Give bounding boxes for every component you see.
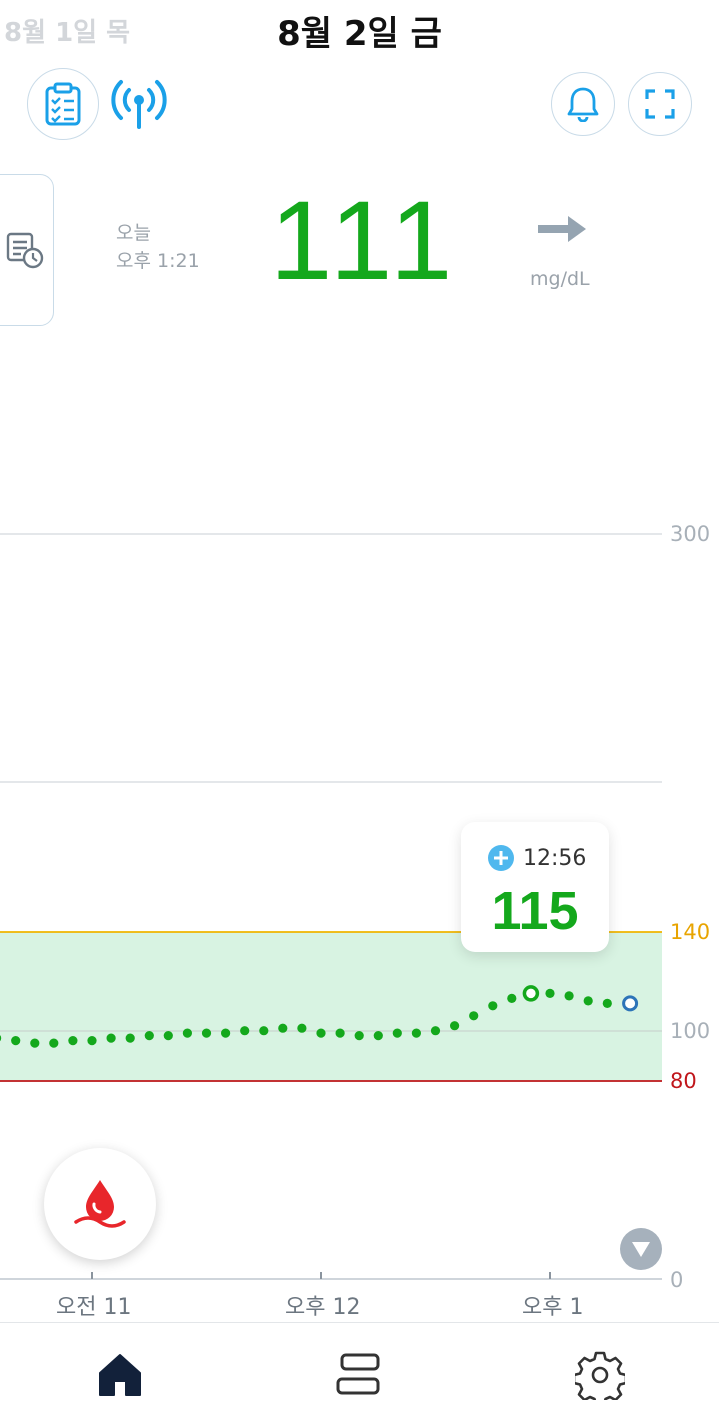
glucose-point[interactable] — [201, 1028, 212, 1038]
glucose-point[interactable] — [602, 998, 612, 1008]
gear-icon — [574, 1351, 625, 1400]
glucose-point[interactable] — [469, 1011, 479, 1021]
fullscreen-button[interactable] — [628, 72, 692, 136]
glucose-point[interactable] — [259, 1026, 269, 1036]
glucose-point[interactable] — [106, 1033, 116, 1043]
signal-status[interactable] — [108, 76, 170, 132]
y-tick-label: 140 — [670, 920, 710, 944]
plus-circle-icon — [488, 845, 514, 871]
current-glucose-value: 111 — [270, 178, 459, 303]
glucose-point[interactable] — [240, 1026, 250, 1036]
trend-arrow-icon — [536, 214, 588, 248]
glucose-point[interactable] — [488, 1001, 498, 1011]
target-range-band — [0, 932, 662, 1082]
glucose-point[interactable] — [144, 1031, 154, 1041]
glucose-point[interactable] — [49, 1038, 59, 1048]
glucose-point[interactable] — [278, 1023, 288, 1033]
add-blood-test-button[interactable] — [44, 1148, 156, 1260]
glucose-point[interactable] — [221, 1028, 231, 1038]
glucose-unit: mg/dL — [530, 268, 590, 290]
glucose-point[interactable] — [30, 1038, 40, 1048]
y-tick-label: 80 — [670, 1069, 697, 1093]
x-tick-label: 오후 1 — [522, 1295, 584, 1320]
history-panel-tab[interactable] — [0, 174, 54, 326]
y-tick-label: 100 — [670, 1019, 710, 1043]
y-tick-label: 0 — [670, 1268, 683, 1292]
nav-list[interactable] — [240, 1323, 479, 1427]
current-date-title: 8월 2일 금 — [277, 14, 442, 54]
alarm-button[interactable] — [551, 72, 615, 136]
selected-reading-point[interactable] — [522, 985, 540, 1002]
tooltip-value: 115 — [491, 881, 579, 941]
glucose-point[interactable] — [392, 1028, 402, 1038]
history-log-icon — [6, 232, 44, 269]
reading-day-label: 오늘 — [116, 222, 151, 244]
glucose-point[interactable] — [125, 1033, 135, 1043]
blood-drop-icon — [74, 1180, 126, 1228]
glucose-point[interactable] — [297, 1023, 307, 1033]
bell-icon — [567, 87, 599, 122]
glucose-point[interactable] — [316, 1028, 326, 1038]
glucose-point[interactable] — [450, 1021, 460, 1031]
glucose-point[interactable] — [335, 1028, 345, 1038]
glucose-point[interactable] — [354, 1031, 364, 1041]
nav-settings[interactable] — [480, 1323, 719, 1427]
fullscreen-icon — [645, 89, 675, 119]
glucose-point[interactable] — [68, 1036, 78, 1046]
tooltip-time: 12:56 — [523, 846, 587, 871]
report-button[interactable] — [27, 68, 99, 140]
clipboard-checklist-icon — [45, 82, 81, 126]
glucose-point[interactable] — [430, 1026, 441, 1036]
glucose-point[interactable] — [163, 1031, 173, 1041]
x-tick-label: 오전 11 — [56, 1295, 132, 1320]
scroll-to-latest-button[interactable] — [620, 1228, 662, 1270]
nav-home[interactable] — [0, 1323, 239, 1427]
glucose-point[interactable] — [87, 1036, 97, 1046]
glucose-point[interactable] — [373, 1031, 383, 1041]
bottom-navigation — [0, 1322, 719, 1427]
glucose-point[interactable] — [411, 1028, 421, 1038]
x-tick-label: 오후 12 — [285, 1295, 361, 1320]
reading-tooltip: 12:56 115 — [461, 822, 609, 952]
triangle-down-icon — [632, 1242, 650, 1257]
y-tick-label: 300 — [670, 522, 710, 546]
glucose-point[interactable] — [564, 991, 574, 1001]
glucose-point[interactable] — [182, 1028, 192, 1038]
reading-time-label: 오후 1:21 — [116, 250, 200, 272]
current-reading-point[interactable] — [622, 995, 639, 1012]
list-view-icon — [336, 1353, 379, 1395]
wireless-signal-icon — [111, 80, 167, 129]
home-icon — [98, 1354, 141, 1396]
glucose-point[interactable] — [545, 988, 555, 998]
glucose-point[interactable] — [583, 996, 593, 1006]
glucose-point[interactable] — [507, 993, 517, 1003]
glucose-point[interactable] — [11, 1036, 21, 1046]
